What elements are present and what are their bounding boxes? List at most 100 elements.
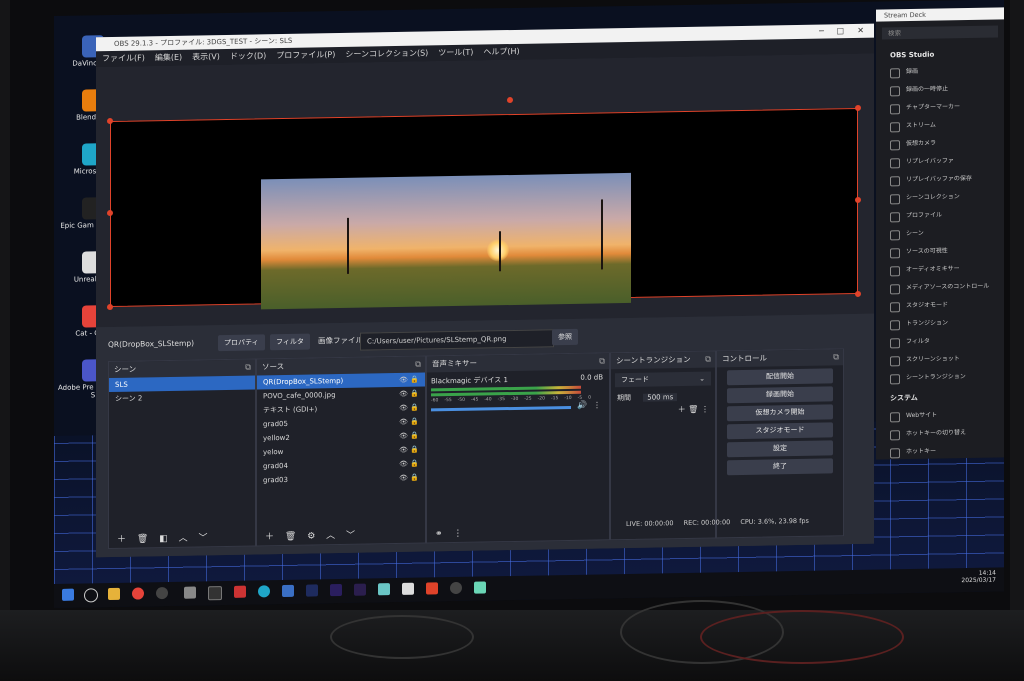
link-icon[interactable]: ⚭ [435,529,443,539]
resize-handle-tr[interactable] [855,104,861,112]
move-down-icon[interactable]: ﹀ [198,533,207,543]
obs-icon[interactable] [450,581,462,595]
more-icon[interactable]: ⋮ [593,400,601,409]
stream-deck-action[interactable]: 録画 [876,61,1004,81]
taskbar-clock[interactable]: 14:14 2025/03/17 [961,570,996,585]
stream-deck-title[interactable]: Stream Deck [876,7,1004,22]
obs-studio-group[interactable]: OBS Studio [876,43,1004,63]
stream-deck-action[interactable]: ソースの可視性 [876,241,1004,261]
close-icon[interactable]: ✕ [857,24,864,38]
more-icon[interactable]: ⋮ [453,529,462,539]
control-button[interactable]: 録画開始 [727,386,833,404]
stream-deck-action[interactable]: ストリーム [876,115,1004,135]
stream-deck-action[interactable]: フィルタ [876,331,1004,351]
stream-deck-action[interactable]: スタジオモード [876,295,1004,315]
trash-icon[interactable]: 🗑 [285,532,296,542]
stream-deck-action[interactable]: オーディオミキサー [876,259,1004,279]
premiere-icon[interactable] [354,583,366,596]
stream-deck-action[interactable]: シーントランジション [876,367,1004,387]
stream-deck-action[interactable]: トランジション [876,313,1004,333]
menu-item[interactable]: ツール(T) [438,48,473,58]
move-up-icon[interactable]: ︿ [179,534,188,544]
stream-deck-action[interactable]: Webサイト [876,405,1004,425]
volume-slider[interactable] [431,405,571,412]
after-effects-icon[interactable] [330,583,342,597]
transition-select[interactable]: フェード ⌄ [615,371,711,388]
browse-button[interactable]: 参照 [552,328,578,346]
file-explorer-icon[interactable] [108,587,120,601]
preview-canvas[interactable] [107,96,861,311]
gear-icon[interactable]: ⚙ [307,531,315,541]
stream-deck-action[interactable]: シーン [876,223,1004,243]
edge-icon[interactable] [258,585,270,598]
minimize-icon[interactable]: ─ [819,25,824,39]
stream-deck-action[interactable]: リプレイバッファの保存 [876,169,1004,189]
popout-icon[interactable]: ⧉ [833,349,839,365]
eye-icon[interactable]: 👁 🔒 [399,443,419,457]
app-icon[interactable] [378,583,390,596]
eye-icon[interactable]: 👁 🔒 [399,429,419,443]
eye-icon[interactable]: 👁 🔒 [399,415,419,429]
control-button[interactable]: 設定 [727,440,833,458]
stream-deck-action[interactable]: ホットキー [876,441,1004,461]
image-path-field[interactable]: C:/Users/user/Pictures/SLStemp_QR.png [360,329,554,351]
terminal-icon[interactable] [208,586,222,601]
duration-input[interactable]: 500 ms [643,393,678,402]
filters-button[interactable]: フィルタ [270,333,310,351]
trash-icon[interactable]: 🗑 [688,405,698,414]
obs-icon[interactable] [156,587,168,600]
app-icon[interactable] [402,582,414,595]
stream-deck-action[interactable]: リプレイバッファ [876,151,1004,171]
eye-icon[interactable]: 👁 🔒 [399,401,419,415]
add-icon[interactable]: ＋ [117,535,126,545]
windows-start-icon[interactable] [62,588,74,601]
move-down-icon[interactable]: ﹀ [346,531,355,541]
menu-item[interactable]: ファイル(F) [102,53,145,63]
add-icon[interactable]: ＋ [678,405,686,414]
rotate-handle[interactable] [507,96,513,104]
app-icon[interactable] [474,581,486,594]
control-button[interactable]: 終了 [727,458,833,476]
resize-handle-br[interactable] [855,290,861,298]
resize-handle-bl[interactable] [107,303,113,311]
menu-item[interactable]: プロファイル(P) [276,50,335,60]
menu-item[interactable]: 編集(E) [155,53,182,62]
popout-icon[interactable]: ⧉ [705,352,711,368]
properties-button[interactable]: プロパティ [218,334,265,352]
menu-item[interactable]: シーンコレクション(S) [345,48,428,58]
trash-icon[interactable]: 🗑 [137,534,148,544]
app-icon[interactable] [234,585,246,598]
photoshop-icon[interactable] [306,584,318,597]
move-up-icon[interactable]: ︿ [326,531,335,541]
popout-icon[interactable]: ⧉ [415,357,421,373]
search-icon[interactable] [84,588,98,603]
resize-handle-r[interactable] [855,196,861,204]
source-item[interactable]: grad03 👁 🔒 [257,471,425,488]
eye-icon[interactable]: 👁 🔒 [399,471,419,485]
stream-deck-action[interactable]: シーンコレクション [876,187,1004,207]
more-icon[interactable]: ⋮ [701,405,709,414]
stream-deck-action[interactable]: スクリーンショット [876,349,1004,369]
filter-icon[interactable]: ◧ [159,534,168,544]
resize-handle-tl[interactable] [107,117,113,125]
chrome-icon[interactable] [132,587,144,600]
scene-item[interactable]: シーン 2 [109,389,255,406]
stream-deck-action[interactable]: チャプターマーカー [876,97,1004,117]
resize-handle-l[interactable] [107,209,113,217]
app-icon[interactable] [184,586,196,599]
control-button[interactable]: 配信開始 [727,368,833,386]
control-button[interactable]: スタジオモード [727,422,833,440]
menu-item[interactable]: ヘルプ(H) [483,47,519,57]
stream-deck-action[interactable]: ホットキーの切り替え [876,423,1004,443]
popout-icon[interactable]: ⧉ [245,360,251,376]
app-icon[interactable] [426,582,438,595]
search-input[interactable]: 検索 [882,25,998,40]
add-icon[interactable]: ＋ [265,532,274,542]
eye-icon[interactable]: 👁 🔒 [399,387,419,401]
menu-item[interactable]: 表示(V) [192,52,220,61]
maximize-icon[interactable]: □ [836,24,844,38]
stream-deck-action[interactable]: 録画の一時停止 [876,79,1004,99]
stream-deck-action[interactable]: プロファイル [876,205,1004,225]
menu-item[interactable]: ドック(D) [230,51,266,61]
stream-deck-action[interactable]: メディアソースのコントロール [876,277,1004,297]
